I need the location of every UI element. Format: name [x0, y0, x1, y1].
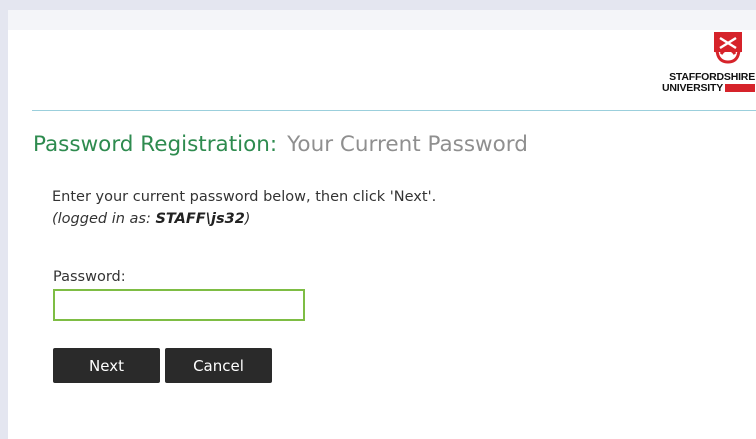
header-band: [8, 10, 756, 30]
logo-red-bar: [725, 84, 755, 93]
password-label: Password:: [53, 269, 126, 285]
header-divider: [32, 110, 756, 111]
next-button[interactable]: Next: [53, 348, 160, 383]
page-title: Password Registration: Your Current Passw…: [33, 132, 528, 157]
logo-line-2-text: UNIVERSITY: [661, 82, 723, 94]
logged-in-suffix: ): [244, 211, 251, 227]
stafford-knot-icon: [714, 32, 742, 64]
cancel-button[interactable]: Cancel: [165, 348, 272, 383]
instruction-text: Enter your current password below, then …: [52, 189, 437, 205]
login-panel: STAFFORDSHIRE UNIVERSITY Password Regist…: [8, 10, 756, 439]
page-title-subtitle: Your Current Password: [287, 132, 528, 157]
logged-in-prefix: (logged in as:: [52, 211, 156, 227]
logged-in-info: (logged in as: STAFF\js32): [52, 211, 250, 227]
logo-line-2: UNIVERSITY: [662, 83, 755, 94]
university-logo: STAFFORDSHIRE UNIVERSITY: [645, 32, 755, 102]
logged-in-username: STAFF\js32: [155, 211, 245, 227]
page-title-main: Password Registration:: [33, 132, 278, 157]
logo-text: STAFFORDSHIRE UNIVERSITY: [662, 72, 755, 94]
password-input[interactable]: [53, 289, 305, 321]
